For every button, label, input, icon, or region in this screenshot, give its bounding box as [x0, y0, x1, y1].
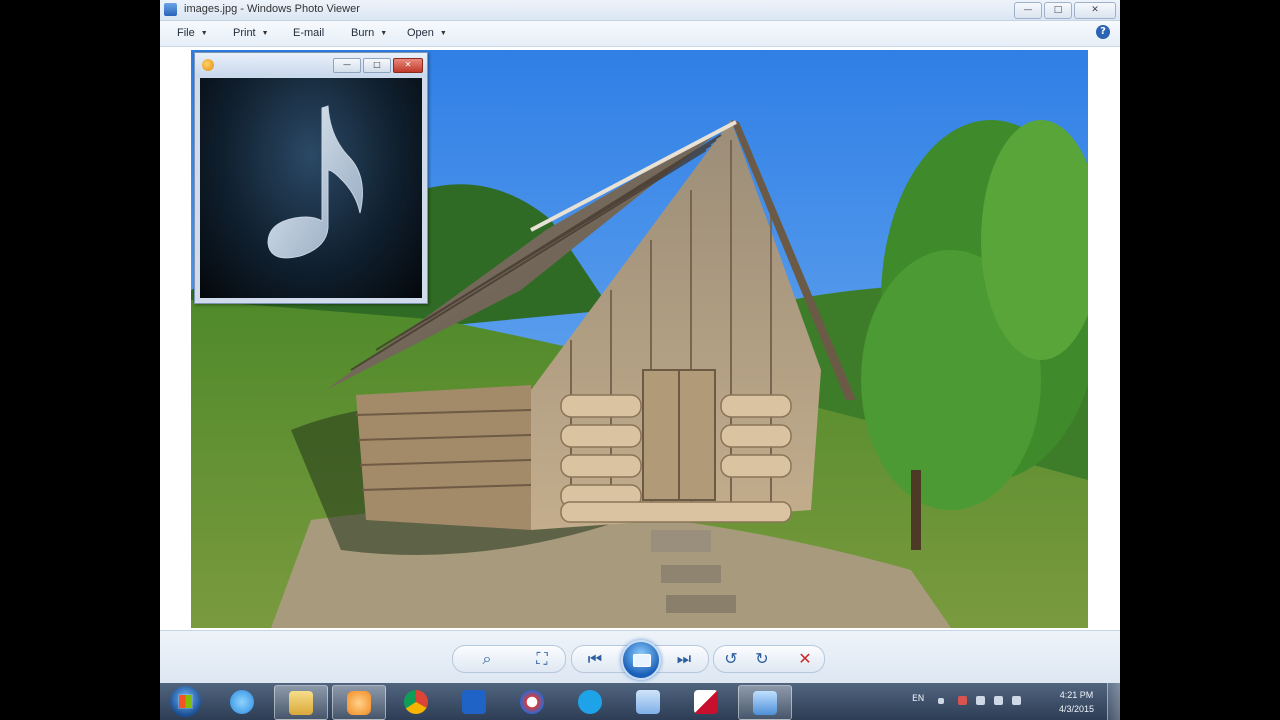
title-bar: images.jpg - Windows Photo Viewer — □ ✕: [160, 0, 1120, 21]
taskbar-app-swirl[interactable]: [506, 685, 558, 718]
clock-time: 4:21 PM: [1059, 690, 1094, 700]
photo-viewer-toolbar: ⌕ ⛶ ⏮ ⏭ ↺ ↻ ✕: [160, 630, 1120, 684]
menu-burn[interactable]: Burn ▼: [351, 27, 387, 39]
language-indicator[interactable]: EN: [912, 694, 924, 704]
media-player-icon: [202, 59, 214, 71]
next-button[interactable]: ⏭: [673, 649, 695, 669]
chevron-down-icon: ▼: [380, 29, 388, 37]
menu-open-label: Open: [407, 27, 434, 39]
maximize-button[interactable]: □: [1044, 2, 1072, 19]
taskbar-skype[interactable]: [564, 685, 616, 718]
taskbar-photo-viewer[interactable]: [738, 685, 792, 720]
minimize-button[interactable]: —: [1014, 2, 1042, 19]
taskbar-kaspersky[interactable]: [680, 685, 732, 718]
taskbar-app-chat[interactable]: [622, 685, 674, 718]
media-player-minimize-button[interactable]: —: [333, 58, 361, 73]
chrome-icon: [404, 689, 428, 714]
menu-burn-label: Burn: [351, 27, 375, 39]
media-player-titlebar: — □ ✕: [195, 53, 427, 77]
system-tray: EN 4:21 PM 4/3/2015: [880, 683, 1120, 720]
taskbar-chrome[interactable]: [390, 685, 442, 718]
media-player-maximize-button[interactable]: □: [363, 58, 391, 73]
menu-file[interactable]: File ▼: [177, 27, 208, 39]
zoom-icon[interactable]: ⌕: [476, 649, 498, 669]
menu-email-label: E-mail: [293, 27, 325, 39]
menu-email[interactable]: E-mail: [293, 27, 324, 39]
chevron-down-icon: ▼: [261, 29, 269, 37]
menu-print[interactable]: Print ▼: [233, 27, 269, 39]
desktop-screen: images.jpg - Windows Photo Viewer — □ ✕ …: [160, 0, 1120, 720]
help-icon[interactable]: ?: [1096, 25, 1110, 39]
media-player-close-button[interactable]: ✕: [393, 58, 423, 73]
app-chat-icon: [636, 689, 660, 714]
delete-button[interactable]: ✕: [794, 649, 816, 668]
media-player-window[interactable]: — □ ✕: [194, 52, 428, 304]
tray-device-icon[interactable]: [976, 696, 985, 705]
media-player-controls: — □ ✕: [333, 58, 423, 73]
taskbar: EN 4:21 PM 4/3/2015: [160, 683, 1120, 720]
menu-open[interactable]: Open ▼: [407, 27, 447, 39]
taskbar-file-explorer[interactable]: [274, 685, 328, 720]
menu-bar: File ▼ Print ▼ E-mail Burn ▼ Open ▼ ?: [160, 21, 1120, 47]
close-button[interactable]: ✕: [1074, 2, 1116, 19]
skype-icon: [578, 689, 602, 714]
actual-size-icon[interactable]: ⛶: [531, 649, 553, 669]
window-title: images.jpg - Windows Photo Viewer: [184, 3, 360, 15]
taskbar-internet-explorer[interactable]: [216, 685, 268, 718]
volume-icon[interactable]: [1012, 696, 1021, 705]
internet-explorer-icon: [230, 689, 254, 714]
music-note-icon: [267, 105, 363, 259]
media-player-icon: [347, 690, 371, 715]
kaspersky-icon: [694, 689, 718, 714]
app-swirl-icon: [520, 689, 544, 714]
chevron-down-icon: ▼: [439, 29, 447, 37]
clock[interactable]: 4:21 PM 4/3/2015: [1059, 688, 1094, 716]
slideshow-button[interactable]: [621, 640, 661, 680]
previous-button[interactable]: ⏮: [584, 649, 606, 669]
taskbar-app-h[interactable]: [448, 685, 500, 718]
photo-viewer-icon: [753, 690, 777, 715]
network-icon[interactable]: [994, 696, 1003, 705]
start-button[interactable]: [170, 686, 201, 717]
clock-date: 4/3/2015: [1058, 704, 1094, 714]
file-explorer-icon: [289, 690, 313, 715]
tray-arrow-icon[interactable]: [938, 698, 944, 704]
media-player-art: [200, 78, 422, 298]
window-controls: — □ ✕: [1014, 2, 1116, 19]
rotate-clockwise-button[interactable]: ↻: [751, 649, 773, 668]
app-h-icon: [462, 689, 486, 714]
chevron-down-icon: ▼: [200, 29, 208, 37]
photo-viewer-app-icon: [164, 3, 177, 16]
taskbar-media-player[interactable]: [332, 685, 386, 720]
slideshow-icon: [633, 654, 651, 667]
menu-file-label: File: [177, 27, 195, 39]
menu-print-label: Print: [233, 27, 256, 39]
show-desktop-button[interactable]: [1107, 683, 1120, 720]
tray-security-icon[interactable]: [958, 696, 967, 705]
rotate-counterclockwise-button[interactable]: ↺: [720, 649, 742, 668]
